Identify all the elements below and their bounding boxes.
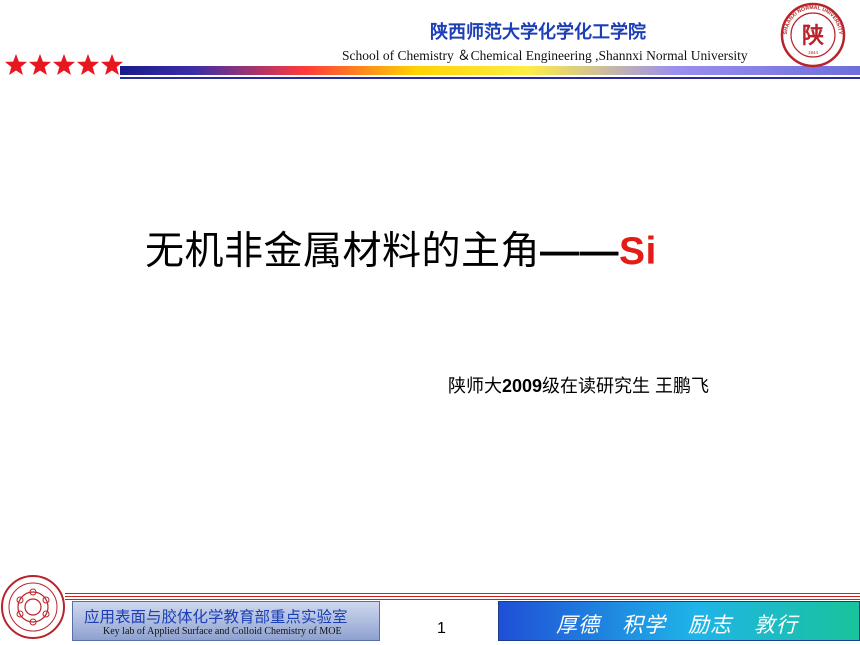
university-name-cn: 陕西师范大学化学化工学院 [430, 22, 646, 42]
slide-title: 无机非金属材料的主角——Si [145, 220, 657, 276]
university-motto: 厚德 积学 励志 敦行 [556, 613, 798, 637]
star-icon [5, 54, 27, 75]
star-icon [53, 54, 75, 75]
header-gradient-bar [120, 66, 860, 75]
author-suffix: 级在读研究生 王鹏飞 [542, 376, 710, 396]
slide-title-dash: —— [540, 230, 620, 273]
university-seal-icon: SHAANXI NORMAL UNIVERSITY 陕 1944 [780, 2, 846, 68]
author-line: 陕师大2009级在读研究生 王鹏飞 [448, 372, 709, 398]
header-underline [120, 77, 860, 79]
star-icon [29, 54, 51, 75]
lab-name-en: Key lab of Applied Surface and Colloid C… [103, 626, 342, 637]
page-number: 1 [437, 620, 446, 637]
lab-logo-icon [1, 575, 65, 639]
svg-text:1944: 1944 [808, 50, 819, 55]
star-row [4, 53, 124, 77]
slide-title-si: Si [619, 230, 657, 273]
author-prefix: 陕师大 [448, 376, 502, 396]
star-icon [77, 54, 99, 75]
university-name-en: School of Chemistry ＆Chemical Engineerin… [342, 48, 748, 63]
footer-divider [65, 593, 860, 601]
slide-title-main: 无机非金属材料的主角 [145, 230, 541, 273]
author-year: 2009 [502, 376, 543, 396]
svg-text:陕: 陕 [802, 23, 824, 49]
lab-name-cn: 应用表面与胶体化学教育部重点实验室 [84, 609, 348, 626]
